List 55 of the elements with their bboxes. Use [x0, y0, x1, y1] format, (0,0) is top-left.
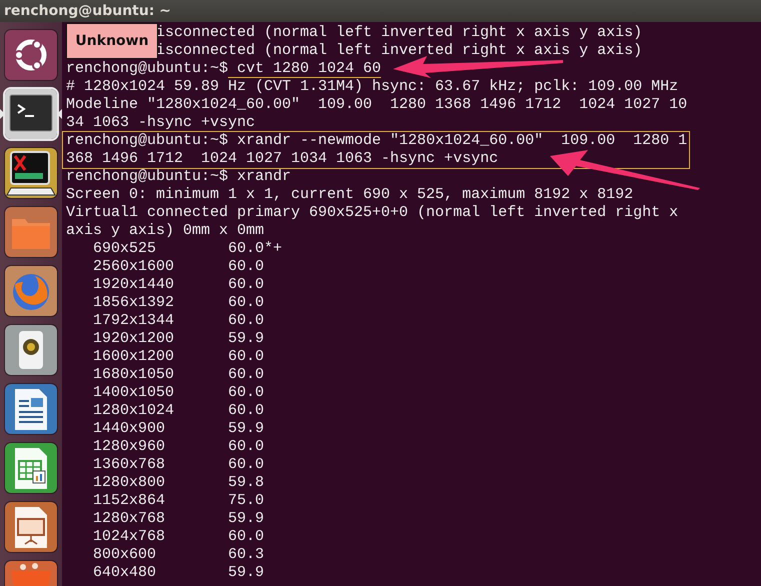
refresh-rate-text: 59.8 — [228, 474, 266, 492]
refresh-rate-text: 60.0 — [228, 276, 266, 294]
resolution-text: 1920x1200 — [93, 330, 176, 348]
resolution-text: 1440x900 — [93, 420, 166, 438]
resolution-text: 1856x1392 — [93, 294, 176, 312]
resolution-text: 1680x1050 — [93, 366, 176, 384]
refresh-rate-text: 59.9 — [228, 330, 266, 348]
running-indicator-icon — [0, 109, 5, 119]
output-line: Screen 0: minimum 1 x 1, current 690 x 525, maximum 8192 x 8192 — [66, 186, 634, 203]
resolution-text: 1920x1440 — [93, 276, 176, 294]
refresh-rate-text: 59.9 — [228, 420, 266, 438]
refresh-rate-text: 60.0 — [228, 402, 266, 420]
refresh-rate-text: 60.0 — [228, 348, 266, 366]
refresh-rate-text: 60.0 — [228, 528, 266, 546]
refresh-rate-text: 60.0*+ — [228, 240, 284, 258]
command-line: renchong@ubuntu:~$ cvt 1280 1024 60 — [66, 60, 382, 78]
presentation-icon[interactable] — [5, 502, 57, 552]
xterm-icon[interactable] — [5, 148, 57, 198]
resolution-text: 2560x1600 — [93, 258, 176, 276]
resolution-text: 1600x1200 — [93, 348, 176, 366]
refresh-rate-text: 60.0 — [228, 312, 266, 330]
resolution-text: 1024x768 — [93, 528, 166, 546]
resolution-text: 1280x800 — [93, 474, 166, 492]
resolution-text: 1792x1344 — [93, 312, 176, 330]
ubuntu-logo-icon[interactable] — [5, 30, 57, 80]
terminal-icon[interactable] — [5, 89, 57, 139]
resolution-text: 1400x1050 — [93, 384, 176, 402]
resolution-text: 690x525 — [93, 240, 158, 258]
document-icon[interactable] — [5, 384, 57, 434]
resolution-text: 1280x1024 — [93, 402, 176, 420]
refresh-rate-text: 60.3 — [228, 546, 266, 564]
resolution-text: 640x480 — [93, 564, 158, 582]
resolution-text: 1360x768 — [93, 456, 166, 474]
resolution-text: 800x600 — [93, 546, 158, 564]
refresh-rate-text: 60.0 — [228, 438, 266, 456]
refresh-rate-text: 59.9 — [228, 510, 266, 528]
refresh-rate-text: 60.0 — [228, 258, 266, 276]
resolution-text: 1152x864 — [93, 492, 166, 510]
speaker-icon[interactable] — [5, 325, 57, 375]
refresh-rate-text: 60.0 — [228, 456, 266, 474]
output-line: # 1280x1024 59.89 Hz (CVT 1.31M4) hsync: 63.67 kHz; pclk: 109.00 MHz — [66, 78, 678, 95]
command-line: renchong@ubuntu:~$ xrandr — [66, 168, 292, 185]
resolution-text: 1280x768 — [93, 510, 166, 528]
output-line: isconnected (normal left inverted right x axis y axis) — [156, 24, 642, 41]
output-line: Virtual1 connected primary 690x525+0+0 (normal left inverted right x axis y axis) 0mm x 0mm — [66, 204, 680, 239]
refresh-rate-text: 75.0 — [228, 492, 266, 510]
spreadsheet-icon[interactable] — [5, 443, 57, 493]
window-title: renchong@ubuntu: ~ — [4, 3, 172, 19]
refresh-rate-text: 59.9 — [228, 564, 266, 582]
output-line: isconnected (normal left inverted right x axis y axis) — [156, 42, 642, 59]
refresh-rate-text: 60.0 — [228, 294, 266, 312]
refresh-rate-text: 60.0 — [228, 366, 266, 384]
tooltip: Unknown — [66, 23, 158, 59]
refresh-rate-text: 60.0 — [228, 384, 266, 402]
resolution-text: 1280x960 — [93, 438, 166, 456]
